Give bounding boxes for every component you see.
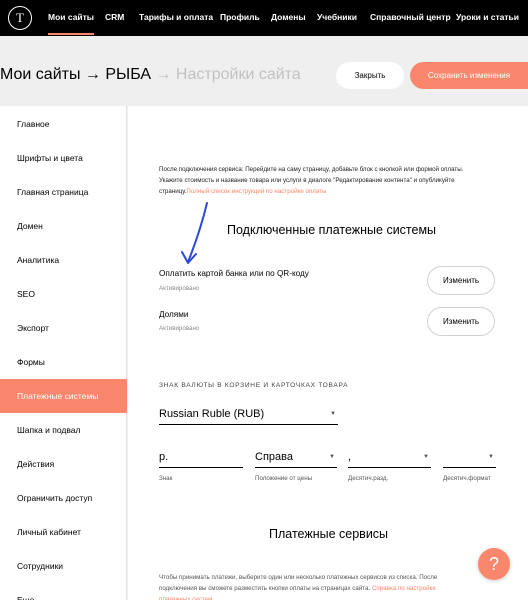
sidebar-item-payment-systems[interactable]: Платежные системы [0,379,127,413]
close-button[interactable]: Закрыть [336,62,404,89]
edit-provider-button[interactable]: Изменить [427,307,495,336]
edit-provider-button[interactable]: Изменить [427,266,495,295]
nav-tariffs[interactable]: Тарифы и оплата [139,12,213,22]
chevron-down-icon: ▼ [488,454,494,460]
provider-status: Активировано [159,325,200,332]
sidebar-item-domain[interactable]: Домен [0,209,127,243]
page-header: Мои сайты → РЫБА → Настройки сайта Закры… [0,36,528,106]
currency-select[interactable]: Russian Ruble (RUB) ▼ [159,403,338,425]
breadcrumb-project[interactable]: РЫБА [105,66,151,83]
currency-sign-input[interactable]: р. [159,446,243,468]
decimal-separator-select[interactable]: , ▼ [348,446,431,468]
sidebar-item-forms[interactable]: Формы [0,345,127,379]
nav-domains[interactable]: Домены [271,12,306,22]
breadcrumb-separator: → [84,66,101,83]
help-button[interactable]: ? [478,548,510,580]
decimal-format-label: Десятич.формат [443,475,491,482]
chevron-down-icon: ▼ [423,454,429,460]
currency-sign-label: Знак [159,475,173,482]
payment-services-title: Платежные сервисы [269,527,389,541]
chevron-down-icon: ▼ [329,454,335,460]
sidebar-item-restrict-access[interactable]: Ограничить доступ [0,481,127,515]
currency-heading: ЗНАК ВАЛЮТЫ В КОРЗИНЕ И КАРТОЧКАХ ТОВАРА [159,382,349,389]
breadcrumb: Мои сайты → РЫБА → Настройки сайта [0,66,301,84]
sidebar-item-analytics[interactable]: Аналитика [0,243,127,277]
save-changes-button[interactable]: Сохранить изменения [410,62,528,89]
breadcrumb-current-page: Настройки сайта [175,66,301,83]
decimal-format-select[interactable]: ▼ [443,446,496,468]
provider-name: Долями [159,310,189,319]
sidebar-item-seo[interactable]: SEO [0,277,127,311]
tilda-logo-icon[interactable]: T [8,6,32,30]
nav-tutorials[interactable]: Учебники [317,12,357,22]
nav-crm[interactable]: CRM [105,12,124,22]
nav-my-sites[interactable]: Мои сайты [48,12,95,35]
sidebar-item-personal-account[interactable]: Личный кабинет [0,515,127,549]
chevron-down-icon: ▼ [330,411,336,417]
provider-status: Активировано [159,285,200,292]
currency-position-label: Положение от цены [255,475,313,482]
breadcrumb-separator: → [155,66,172,83]
nav-help-center[interactable]: Справочный центр [370,12,451,22]
sidebar-item-more[interactable]: Еще [0,583,127,600]
sidebar-item-staff[interactable]: Сотрудники [0,549,127,583]
settings-sidebar: Главное Шрифты и цвета Главная страница … [0,106,127,600]
payment-settings-panel: После подключения сервиса: Перейдите на … [128,106,528,600]
payment-services-description: Чтобы принимать платежи, выберите один и… [159,572,459,600]
sidebar-item-header-footer[interactable]: Шапка и подвал [0,413,127,447]
sidebar-item-home-page[interactable]: Главная страница [0,175,127,209]
decimal-separator-label: Десятич.разд. [348,475,389,482]
nav-lessons[interactable]: Уроки и статьи [456,12,519,22]
sidebar-item-main[interactable]: Главное [0,107,127,141]
connected-systems-title: Подключенные платежные системы [227,223,437,237]
currency-position-select[interactable]: Справа ▼ [255,446,337,468]
provider-name: Оплатить картой банка или по QR-коду [159,269,309,278]
sidebar-item-export[interactable]: Экспорт [0,311,127,345]
top-navigation: T Мои сайты CRM Тарифы и оплата Профиль … [0,0,528,36]
intro-text: После подключения сервиса: Перейдите на … [159,166,464,195]
sidebar-item-fonts-colors[interactable]: Шрифты и цвета [0,141,127,175]
currency-value: Russian Ruble (RUB) [159,408,265,420]
nav-profile[interactable]: Профиль [220,12,260,22]
breadcrumb-my-sites[interactable]: Мои сайты [0,66,80,83]
sidebar-item-actions[interactable]: Действия [0,447,127,481]
instructions-link[interactable]: Полный список инструкций по настройке оп… [186,188,326,195]
